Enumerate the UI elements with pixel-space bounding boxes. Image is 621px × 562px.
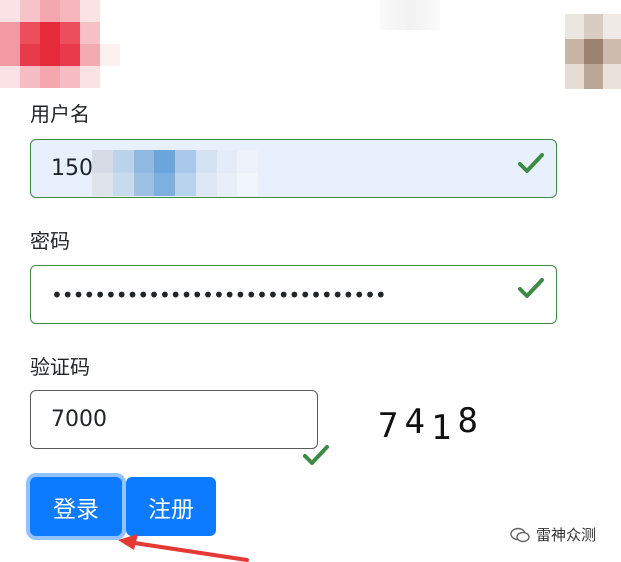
captcha-input[interactable]: 7000 [30,390,318,449]
avatar-blur [565,14,621,89]
password-valid-check-icon [518,278,544,298]
captcha-char-2: 4 [404,402,431,442]
watermark: 雷神众测 [510,524,596,545]
logo-blur [0,0,120,88]
watermark-text: 雷神众测 [536,526,597,544]
annotation-arrow-icon [118,534,249,562]
login-button[interactable]: 登录 [30,477,122,536]
captcha-image[interactable]: 7418 [378,401,484,448]
captcha-char-1: 7 [378,406,405,446]
username-label: 用户名 [30,102,90,126]
password-input[interactable]: ••••••••••••••••••••••••••••••• [30,265,557,324]
captcha-value: 7000 [51,407,107,432]
password-value: ••••••••••••••••••••••••••••••• [51,282,387,307]
captcha-label: 验证码 [30,355,90,379]
username-redacted [92,150,258,196]
password-label: 密码 [30,229,70,253]
wechat-icon [510,527,530,542]
captcha-char-4: 8 [457,401,484,441]
register-button[interactable]: 注册 [126,477,216,536]
username-valid-check-icon [518,153,544,173]
captcha-valid-check-icon [303,445,329,465]
login-page: 用户名 150 密码 •••••••••••••••••••••••••••••… [0,0,621,562]
header-blur [380,0,440,30]
username-value: 150 [51,156,93,181]
captcha-char-3: 1 [430,408,458,448]
